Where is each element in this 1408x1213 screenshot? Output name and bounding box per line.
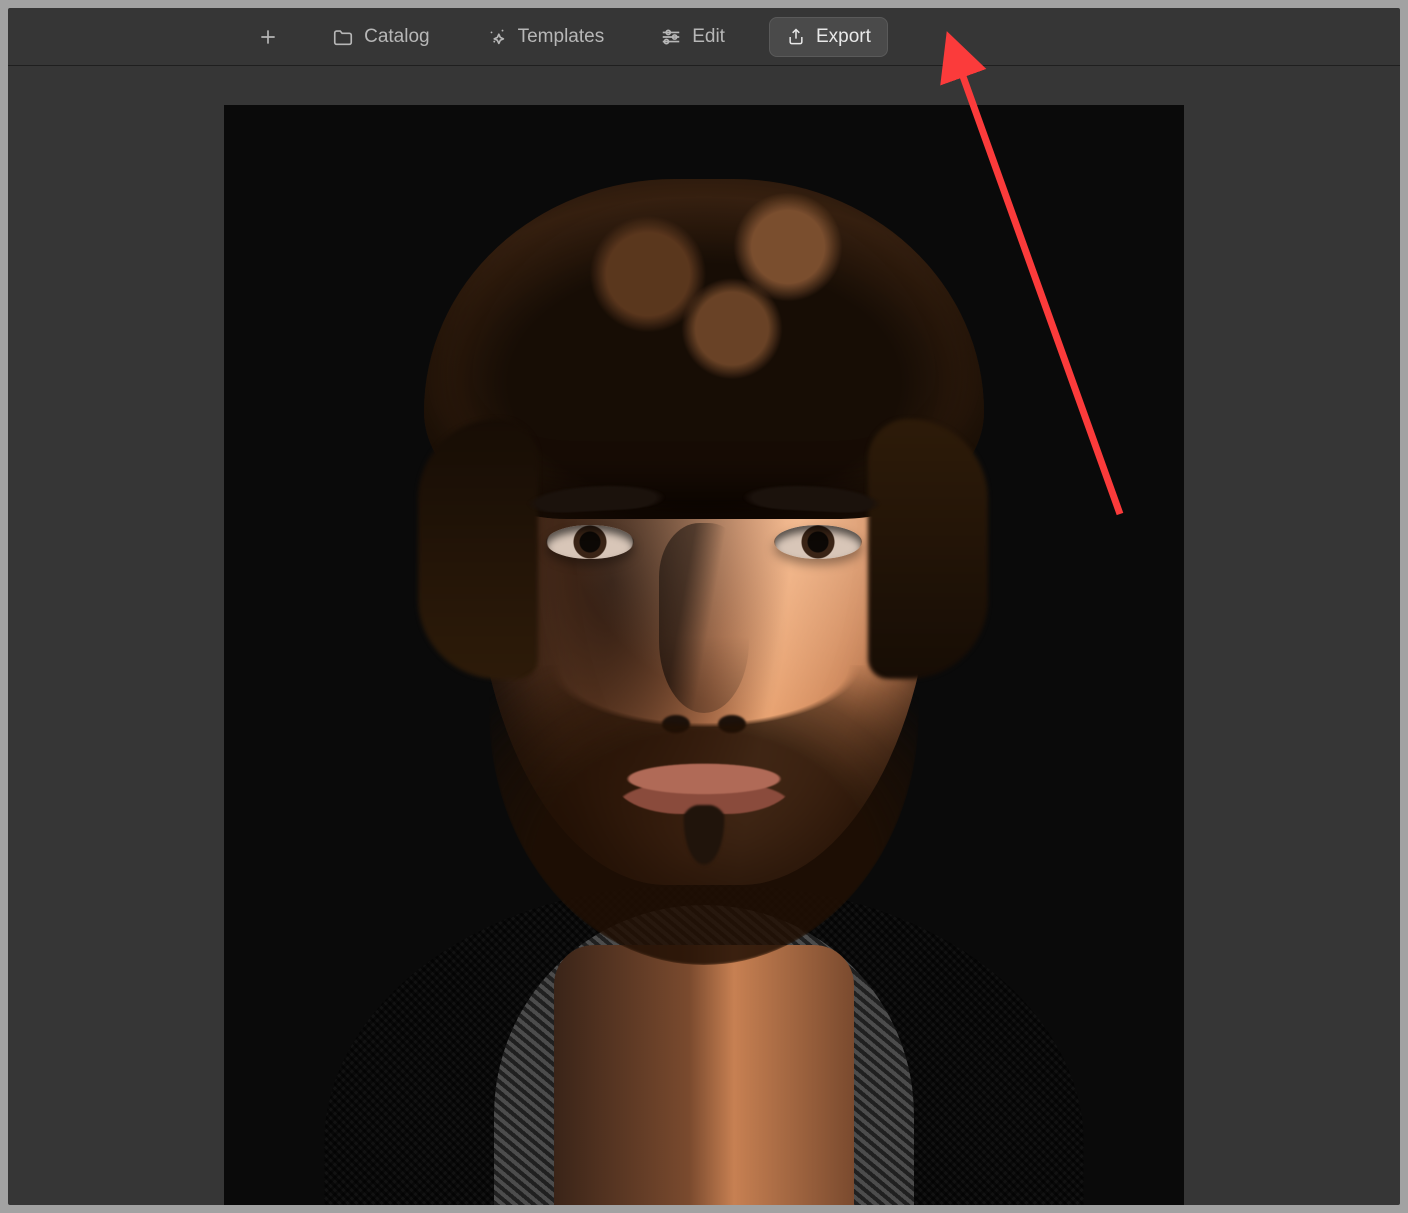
templates-label: Templates [518,27,605,46]
sliders-icon [660,26,682,48]
photo-preview[interactable] [224,105,1184,1205]
canvas-area[interactable] [8,66,1400,1205]
add-button[interactable] [248,19,288,55]
folder-icon [332,26,354,48]
portrait-soulpatch [679,805,729,875]
plus-icon [258,27,278,47]
share-icon [786,27,806,47]
sparkle-icon [486,26,508,48]
portrait-eye-right [774,525,862,559]
edit-label: Edit [692,27,725,46]
portrait-eye-left [546,525,634,559]
export-label: Export [816,27,871,46]
main-toolbar: Catalog Templates Edit [8,8,1400,66]
portrait-neck [554,945,854,1205]
catalog-tab[interactable]: Catalog [320,18,442,56]
catalog-label: Catalog [364,27,430,46]
app-window: Catalog Templates Edit [8,8,1400,1205]
portrait-hair [424,179,984,519]
edit-tab[interactable]: Edit [648,18,737,56]
export-button[interactable]: Export [769,17,888,57]
templates-tab[interactable]: Templates [474,18,617,56]
